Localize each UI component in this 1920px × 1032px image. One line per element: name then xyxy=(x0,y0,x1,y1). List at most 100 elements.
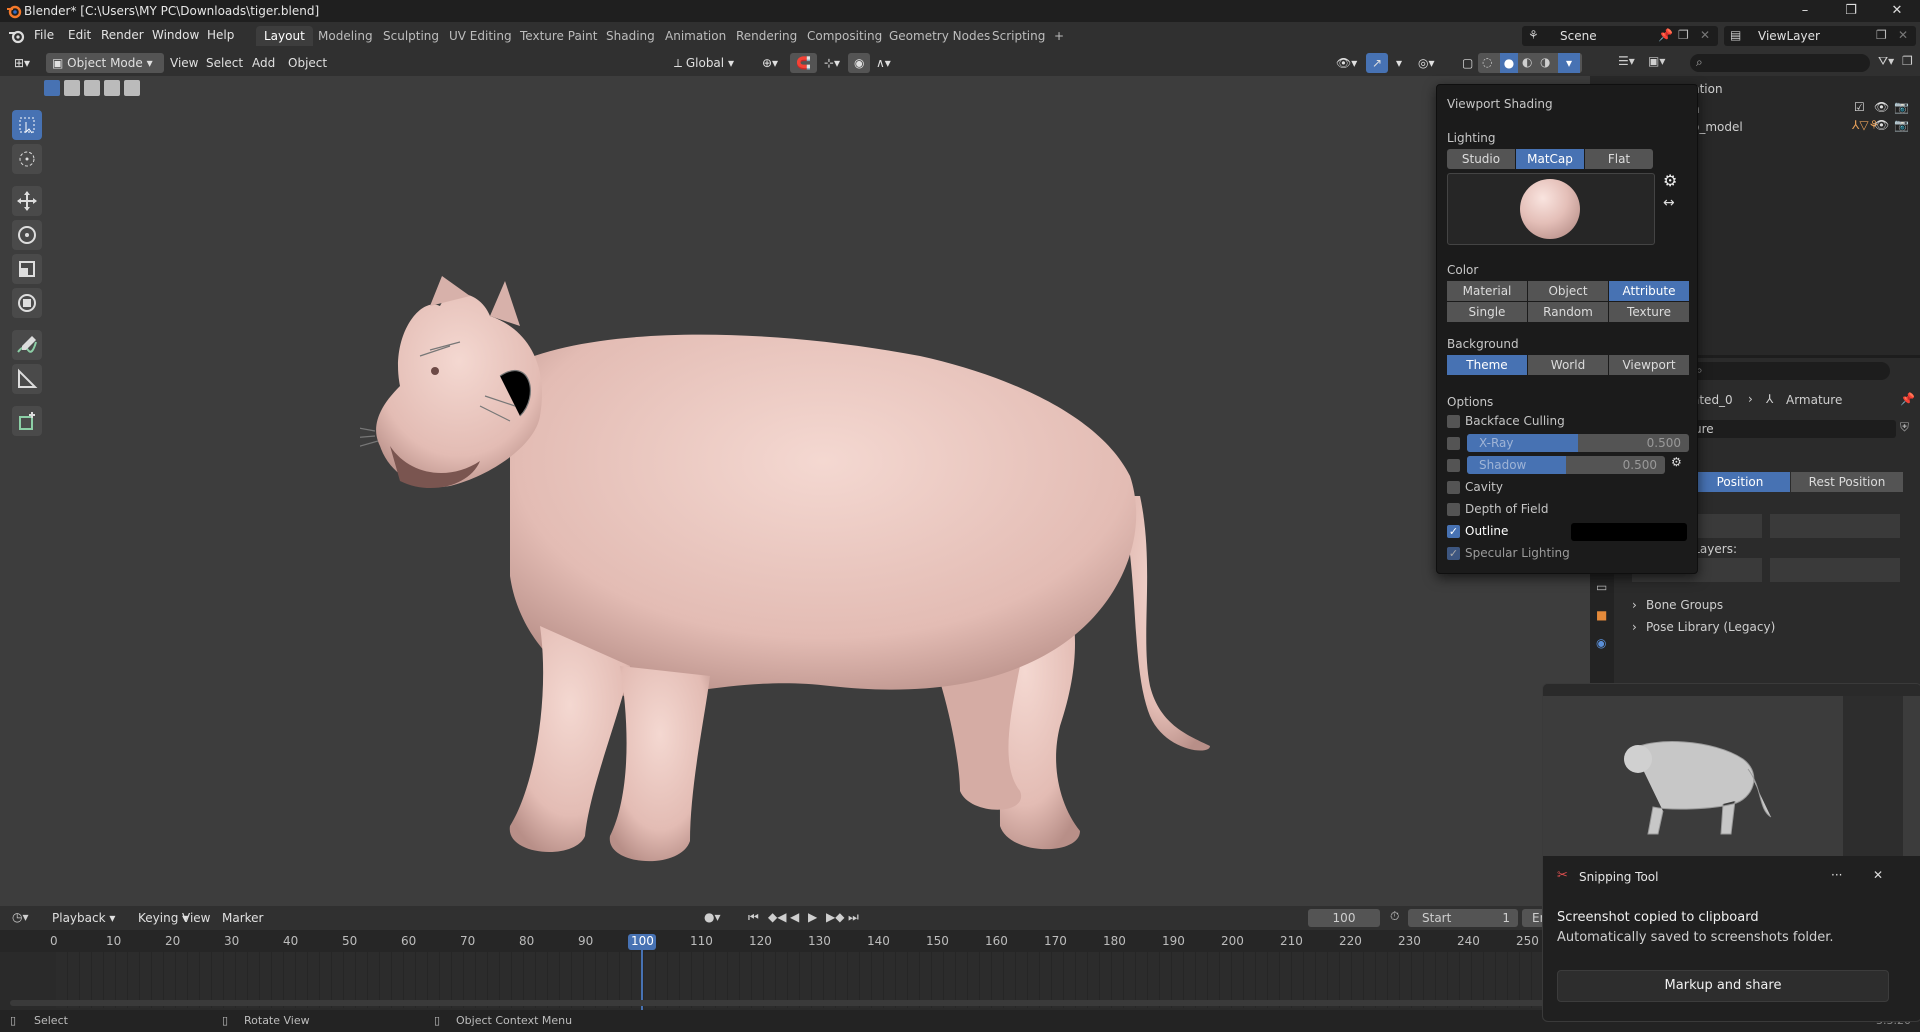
visibility-eye-icon-2[interactable]: 👁 xyxy=(1874,118,1889,132)
specular-checkbox[interactable]: ✓ xyxy=(1447,547,1460,560)
outline-color-swatch[interactable] xyxy=(1571,523,1687,541)
armature-data-name-field[interactable]: ure xyxy=(1690,420,1896,438)
layers-grid-right[interactable] xyxy=(1770,514,1900,538)
tab-uv-editing[interactable]: UV Editing xyxy=(441,26,520,46)
pivot-icon[interactable]: ⊕▾ xyxy=(756,53,784,73)
xray-checkbox[interactable] xyxy=(1447,437,1460,450)
tab-layout[interactable]: Layout xyxy=(256,26,313,46)
blender-menu-icon[interactable] xyxy=(8,28,26,44)
proportional-edit-icon[interactable]: ◉ xyxy=(848,53,871,73)
menu-file[interactable]: File xyxy=(34,28,54,42)
background-theme-button[interactable]: Theme xyxy=(1447,355,1527,375)
shadow-slider[interactable]: Shadow 0.500 xyxy=(1467,456,1665,474)
menu-select[interactable]: Select xyxy=(200,53,249,73)
minimize-button[interactable]: – xyxy=(1782,0,1828,22)
snipping-tool-notification[interactable]: ✂ Snipping Tool ··· ✕ Screenshot copied … xyxy=(1542,683,1920,1022)
object-tab-icon[interactable]: ■ xyxy=(1596,608,1607,622)
start-frame-field[interactable]: Start 1 xyxy=(1408,909,1518,927)
new-scene-icon[interactable]: ❐ xyxy=(1678,28,1689,42)
outliner-search[interactable]: ⌕ xyxy=(1690,54,1870,72)
color-texture-button[interactable]: Texture xyxy=(1609,302,1689,322)
exclude-checkbox-icon[interactable]: ☑ xyxy=(1854,100,1865,114)
tab-geometry-nodes[interactable]: Geometry Nodes xyxy=(881,26,998,46)
tab-scripting[interactable]: Scripting xyxy=(984,26,1053,46)
background-viewport-button[interactable]: Viewport xyxy=(1609,355,1689,375)
pose-library-panel[interactable]: Pose Library (Legacy) xyxy=(1646,620,1775,634)
select-extend-icon[interactable] xyxy=(64,80,80,96)
jump-start-icon[interactable]: ⏮ xyxy=(748,910,759,925)
transform-orientation-selector[interactable]: ⟂ Global ▾ xyxy=(668,53,760,73)
color-material-button[interactable]: Material xyxy=(1447,281,1527,301)
lighting-flat-button[interactable]: Flat xyxy=(1585,149,1653,169)
toast-close-button[interactable]: ✕ xyxy=(1873,868,1883,882)
properties-search[interactable]: ⌕ xyxy=(1690,362,1890,380)
render-camera-icon-2[interactable]: 📷 xyxy=(1894,118,1909,132)
rest-position-button[interactable]: Rest Position xyxy=(1791,472,1903,492)
falloff-icon[interactable]: ∧▾ xyxy=(870,53,897,73)
current-frame-field[interactable]: 100 xyxy=(1308,909,1380,927)
move-tool[interactable] xyxy=(12,186,42,216)
pin-properties-icon[interactable]: 📌 xyxy=(1900,392,1915,406)
annotate-tool[interactable] xyxy=(12,330,42,360)
shadow-checkbox[interactable] xyxy=(1447,459,1460,472)
menu-add[interactable]: Add xyxy=(246,53,281,73)
preview-range-icon[interactable]: ⏱ xyxy=(1390,909,1399,924)
rotate-tool[interactable] xyxy=(12,220,42,250)
color-object-button[interactable]: Object xyxy=(1528,281,1608,301)
view-layer-selector[interactable]: ▤ ViewLayer ❐ ✕ xyxy=(1724,26,1916,46)
close-window-button[interactable]: ✕ xyxy=(1874,0,1920,22)
maximize-button[interactable]: ❐ xyxy=(1828,0,1874,22)
wireframe-shading-icon[interactable]: ◌ xyxy=(1482,55,1492,69)
select-invert-icon[interactable] xyxy=(104,80,120,96)
bone-groups-chevron-icon[interactable]: › xyxy=(1632,598,1637,612)
gizmo-dropdown-icon[interactable]: ▾ xyxy=(1390,53,1408,73)
color-single-button[interactable]: Single xyxy=(1447,302,1527,322)
snap-icon[interactable]: 🧲 xyxy=(790,53,817,73)
matcap-settings-gear-icon[interactable]: ⚙ xyxy=(1663,171,1677,190)
lighting-matcap-button[interactable]: MatCap xyxy=(1516,149,1584,169)
color-attribute-button[interactable]: Attribute xyxy=(1609,281,1689,301)
timeline-editor-icon[interactable]: ◷▾ xyxy=(12,910,29,924)
tab-animation[interactable]: Animation xyxy=(657,26,734,46)
tab-modeling[interactable]: Modeling xyxy=(310,26,381,46)
filter-icon[interactable]: ⛛▾ xyxy=(1878,54,1894,69)
pose-library-chevron-icon[interactable]: › xyxy=(1632,620,1637,634)
protected-layers-grid-right[interactable] xyxy=(1770,558,1900,582)
play-icon[interactable]: ▶ xyxy=(808,910,817,924)
tab-sculpting[interactable]: Sculpting xyxy=(375,26,447,46)
tab-texture-paint[interactable]: Texture Paint xyxy=(512,26,605,46)
visibility-icon[interactable]: 👁▾ xyxy=(1330,53,1363,73)
bone-groups-panel[interactable]: Bone Groups xyxy=(1646,598,1723,612)
outliner-row-model[interactable]: o_model xyxy=(1692,120,1743,134)
select-intersect-icon[interactable] xyxy=(124,80,140,96)
tab-compositing[interactable]: Compositing xyxy=(799,26,890,46)
menu-playback[interactable]: Playback ▾ xyxy=(46,908,121,928)
new-collection-icon[interactable]: ❐ xyxy=(1902,54,1913,68)
add-workspace-button[interactable]: + xyxy=(1046,26,1072,46)
flip-matcap-icon[interactable]: ↔ xyxy=(1663,195,1675,211)
menu-view[interactable]: View xyxy=(164,53,204,73)
overlay-icon[interactable]: ◎▾ xyxy=(1412,53,1441,73)
pin-icon[interactable]: 📌 xyxy=(1658,28,1673,42)
physics-tab-icon[interactable]: ◉ xyxy=(1596,636,1606,650)
menu-help[interactable]: Help xyxy=(207,28,234,42)
backface-culling-checkbox[interactable] xyxy=(1447,415,1460,428)
xray-toggle-icon[interactable]: ▢ xyxy=(1456,53,1479,73)
menu-timeline-view[interactable]: View xyxy=(176,908,216,928)
matcap-preview[interactable] xyxy=(1447,173,1655,245)
transform-tool[interactable] xyxy=(12,288,42,318)
solid-shading-icon[interactable]: ● xyxy=(1500,53,1518,73)
jump-keyframe-forward-icon[interactable]: ▶◆ xyxy=(826,910,844,924)
background-world-button[interactable]: World xyxy=(1528,355,1608,375)
menu-render[interactable]: Render xyxy=(101,28,144,42)
lighting-studio-button[interactable]: Studio xyxy=(1447,149,1515,169)
menu-window[interactable]: Window xyxy=(152,28,199,42)
rendered-shading-icon[interactable]: ◑ xyxy=(1540,55,1550,69)
tab-shading[interactable]: Shading xyxy=(598,26,663,46)
new-view-layer-icon[interactable]: ❐ xyxy=(1876,28,1887,42)
menu-object[interactable]: Object xyxy=(282,53,333,73)
pose-position-button[interactable]: Position xyxy=(1690,472,1790,492)
tiger-model[interactable] xyxy=(360,246,1220,866)
toast-more-button[interactable]: ··· xyxy=(1831,868,1842,882)
play-reverse-icon[interactable]: ◀ xyxy=(790,910,799,924)
